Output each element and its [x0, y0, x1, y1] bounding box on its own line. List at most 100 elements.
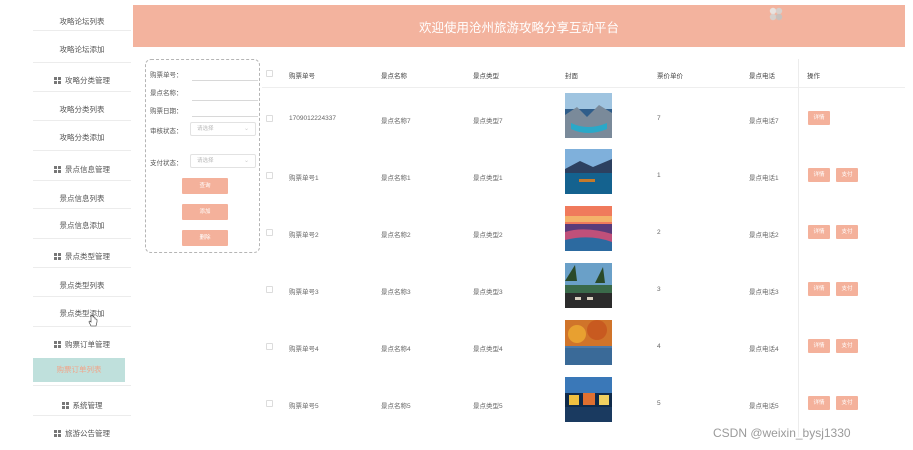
sidebar-item-label: 景点信息管理 [65, 165, 110, 174]
cell-phone: 景点电话4 [749, 346, 779, 353]
detail-button[interactable]: 详情 [808, 111, 830, 125]
cell-scenic-type: 景点类型3 [473, 289, 503, 296]
pay-button[interactable]: 支付 [836, 225, 858, 239]
row-checkbox[interactable] [266, 343, 273, 350]
sidebar-item-type-list[interactable]: 景点类型列表 [33, 280, 131, 291]
scenic-name-label: 景点名称： [150, 90, 183, 97]
cell-order-no: 1709012224337 [289, 115, 336, 122]
sidebar-item-label: 景点类型管理 [65, 252, 110, 261]
row-checkbox[interactable] [266, 229, 273, 236]
pay-button[interactable]: 支付 [836, 282, 858, 296]
sidebar-item-label: 旅游公告管理 [65, 429, 110, 438]
cell-scenic-name: 景点名称3 [381, 289, 411, 296]
sidebar-item-label: 攻略分类列表 [59, 105, 105, 114]
table-header-divider [262, 87, 905, 88]
row-checkbox[interactable] [266, 286, 273, 293]
cell-phone: 景点电话3 [749, 289, 779, 296]
hand-cursor-icon [88, 315, 98, 327]
cell-price: 7 [657, 115, 661, 122]
cover-image [565, 263, 612, 308]
cell-price: 2 [657, 229, 661, 236]
cell-price: 4 [657, 343, 661, 350]
sidebar-item-label: 攻略分类添加 [59, 133, 105, 142]
buy-date-label: 购票日期： [150, 108, 183, 115]
review-status-select[interactable]: 请选择 ⌄ [190, 122, 256, 136]
cell-scenic-type: 景点类型5 [473, 403, 503, 410]
divider [33, 385, 131, 386]
sidebar-item-label: 景点类型列表 [59, 281, 105, 290]
cell-price: 5 [657, 400, 661, 407]
sidebar-item-label: 购票订单管理 [65, 340, 110, 349]
sidebar-group-guide-category[interactable]: 攻略分类管理 [33, 75, 131, 86]
sidebar-item-scenic-list[interactable]: 景点信息列表 [33, 193, 131, 204]
column-header-type: 景点类型 [473, 73, 499, 80]
divider [33, 62, 131, 63]
cell-price: 3 [657, 286, 661, 293]
divider [33, 238, 131, 239]
cell-scenic-name: 景点名称5 [381, 403, 411, 410]
cell-scenic-name: 景点名称2 [381, 232, 411, 239]
cell-scenic-type: 景点类型1 [473, 175, 503, 182]
divider [33, 180, 131, 181]
cell-order-no: 购票单号2 [289, 232, 319, 239]
divider [33, 267, 131, 268]
menu-group-icon [54, 77, 61, 84]
pay-button[interactable]: 支付 [836, 168, 858, 182]
sidebar-item-type-add[interactable]: 景点类型添加 [33, 308, 131, 319]
detail-button[interactable]: 详情 [808, 339, 830, 353]
column-header-order-no: 购票单号 [289, 73, 315, 80]
delete-button[interactable]: 删除 [182, 230, 228, 246]
scenic-name-input[interactable] [192, 100, 258, 101]
cover-image [565, 377, 612, 422]
divider [33, 296, 131, 297]
sidebar-item-forum-add[interactable]: 攻略论坛添加 [33, 44, 131, 55]
cell-phone: 景点电话1 [749, 175, 779, 182]
menu-group-icon [54, 253, 61, 260]
cover-image [565, 206, 612, 251]
divider [33, 415, 131, 416]
watermark: CSDN @weixin_bysj1330 [713, 426, 851, 440]
sidebar-group-system[interactable]: 系统管理 [33, 400, 131, 411]
detail-button[interactable]: 详情 [808, 396, 830, 410]
chevron-down-icon: ⌄ [243, 158, 249, 164]
sidebar-item-label: 攻略论坛添加 [59, 45, 105, 54]
column-header-name: 景点名称 [381, 73, 407, 80]
row-checkbox[interactable] [266, 115, 273, 122]
divider [33, 30, 131, 31]
sidebar-item-label: 景点信息添加 [59, 221, 105, 230]
detail-button[interactable]: 详情 [808, 225, 830, 239]
pay-button[interactable]: 支付 [836, 396, 858, 410]
column-header-phone: 景点电话 [749, 73, 775, 80]
logo-icon [769, 7, 783, 21]
query-button[interactable]: 查询 [182, 178, 228, 194]
sidebar-item-scenic-add[interactable]: 景点信息添加 [33, 220, 131, 231]
menu-group-icon [54, 166, 61, 173]
sidebar-group-scenic-info[interactable]: 景点信息管理 [33, 164, 131, 175]
sidebar-item-category-list[interactable]: 攻略分类列表 [33, 104, 131, 115]
order-table: 购票单号 景点名称 景点类型 封面 票价单价 景点电话 操作 170901222… [262, 59, 905, 437]
pay-status-select[interactable]: 请选择 ⌄ [190, 154, 256, 168]
pay-button[interactable]: 支付 [836, 339, 858, 353]
menu-group-icon [61, 402, 69, 409]
sidebar-item-forum-list[interactable]: 攻略论坛列表 [33, 16, 131, 27]
sidebar-item-label: 景点信息列表 [59, 194, 105, 203]
add-button[interactable]: 添加 [182, 204, 228, 220]
sidebar-group-ticket-order[interactable]: 购票订单管理 [33, 339, 131, 350]
cover-image [565, 93, 612, 138]
sidebar-group-scenic-type[interactable]: 景点类型管理 [33, 251, 131, 262]
order-no-input[interactable] [192, 80, 258, 81]
select-all-checkbox[interactable] [266, 70, 273, 77]
sidebar-group-announcement[interactable]: 旅游公告管理 [33, 428, 131, 439]
sidebar-item-category-add[interactable]: 攻略分类添加 [33, 132, 131, 143]
row-checkbox[interactable] [266, 400, 273, 407]
buy-date-input[interactable] [192, 116, 258, 117]
detail-button[interactable]: 详情 [808, 168, 830, 182]
cell-scenic-name: 景点名称1 [381, 175, 411, 182]
detail-button[interactable]: 详情 [808, 282, 830, 296]
cell-phone: 景点电话2 [749, 232, 779, 239]
row-checkbox[interactable] [266, 172, 273, 179]
sidebar-item-order-list[interactable]: 购票订单列表 [33, 358, 125, 382]
menu-group-icon [54, 341, 61, 348]
sidebar-item-label: 攻略论坛列表 [59, 17, 105, 26]
sidebar-item-label: 攻略分类管理 [65, 76, 110, 85]
